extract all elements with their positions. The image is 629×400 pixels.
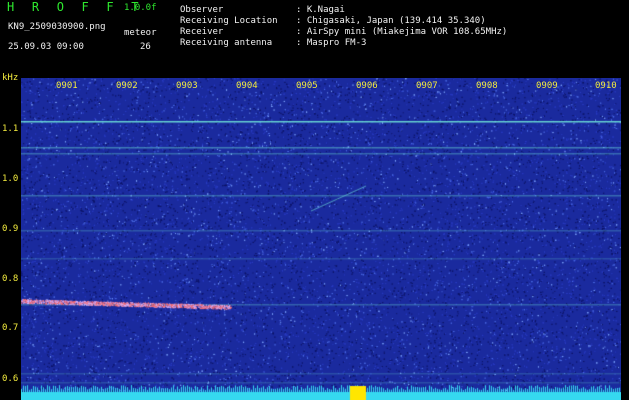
x-tick-label: 0906 [356, 81, 378, 91]
spectrogram-canvas [21, 78, 621, 400]
y-tick-label: 1.1 [2, 124, 19, 134]
x-tick-label: 0901 [56, 81, 78, 91]
y-tick-label: 1.0 [2, 174, 19, 184]
x-tick-label: 0904 [236, 81, 258, 91]
y-tick-label: 0.6 [2, 374, 19, 384]
app-version: 1.0.0f [124, 3, 157, 13]
info-observer-key: Observer [180, 5, 224, 15]
info-receiver-value: : AirSpy mini (Miakejima VOR 108.65MHz) [296, 27, 508, 37]
observation-datetime: 25.09.03 09:00 [8, 42, 84, 52]
image-filename: KN9_2509030900.png [8, 22, 106, 32]
x-tick-label: 0905 [296, 81, 318, 91]
y-tick-label: 0.8 [2, 274, 19, 284]
info-antenna-value: : Maspro FM-3 [296, 38, 367, 48]
info-location-key: Receiving Location [180, 16, 278, 26]
x-tick-label: 0908 [476, 81, 498, 91]
meteor-count: 26 [140, 42, 151, 52]
x-tick-label: 0909 [536, 81, 558, 91]
x-tick-label: 0903 [176, 81, 198, 91]
y-axis-unit: kHz [2, 73, 19, 83]
info-location-value: : Chigasaki, Japan (139.414 35.340) [296, 16, 486, 26]
info-antenna-key: Receiving antenna [180, 38, 273, 48]
x-tick-label: 0907 [416, 81, 438, 91]
info-receiver-key: Receiver [180, 27, 224, 37]
hrofft-screen: H R O F F T 1.0.0f KN9_2509030900.png me… [0, 0, 629, 400]
y-tick-label: 0.9 [2, 224, 19, 234]
info-observer-value: : K.Nagai [296, 5, 345, 15]
meteor-label: meteor [124, 28, 157, 38]
x-tick-label: 0902 [116, 81, 138, 91]
x-tick-label: 0910 [595, 81, 617, 91]
y-tick-label: 0.7 [2, 323, 19, 333]
spectrogram-panel [21, 78, 621, 400]
